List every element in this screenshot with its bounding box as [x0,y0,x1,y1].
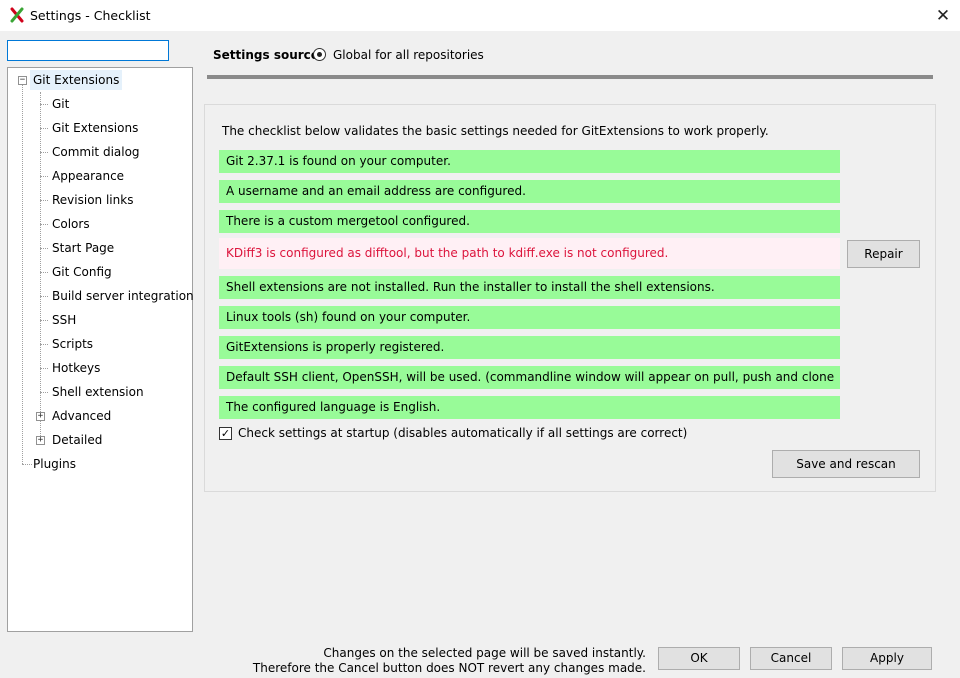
global-repositories-radio[interactable] [313,48,326,61]
tree-connector-line [40,104,48,105]
checklist-intro-text: The checklist below validates the basic … [222,124,769,138]
tree-item-label: Git Extensions [33,73,120,87]
window-title: Settings - Checklist [30,8,151,23]
global-repositories-radio-label[interactable]: Global for all repositories [333,48,484,62]
tree-item-start-page[interactable]: Start Page [49,238,117,258]
settings-search-input[interactable] [7,40,169,61]
checklist-item-ok: The configured language is English. [219,396,840,419]
tree-connector-line [40,320,48,321]
tree-connector-line [40,92,41,440]
tree-item-detailed[interactable]: Detailed [49,430,105,450]
checkmark-icon: ✓ [220,427,231,440]
tree-connector-line [40,152,48,153]
tree-connector-line [40,224,48,225]
checklist-item-ok: GitExtensions is properly registered. [219,336,840,359]
tree-connector-line [40,176,48,177]
tree-connector-line [40,248,48,249]
apply-button[interactable]: Apply [842,647,932,670]
check-at-startup-checkbox[interactable]: ✓ [219,427,232,440]
tree-item-git[interactable]: Git [49,94,72,114]
tree-item-label: Revision links [52,193,134,207]
checklist-item-ok: Default SSH client, OpenSSH, will be use… [219,366,840,389]
tree-connector-line [40,200,48,201]
tree-item-git-extensions[interactable]: Git Extensions [49,118,141,138]
tree-item-git-config[interactable]: Git Config [49,262,115,282]
tree-item-advanced[interactable]: Advanced [49,406,114,426]
tree-item-label: Scripts [52,337,94,351]
close-window-button[interactable]: ✕ [926,3,960,29]
footer-note-line: Changes on the selected page will be sav… [323,646,646,660]
tree-connector-line [22,84,23,464]
tree-connector-line [40,272,48,273]
tree-connector-line [40,368,48,369]
tree-connector-line [40,128,48,129]
header-separator [207,75,933,79]
tree-item-git-extensions-root[interactable]: Git Extensions [30,70,123,90]
repair-button[interactable]: Repair [847,240,920,268]
tree-item-label: SSH [52,313,77,327]
checklist-item-ok: There is a custom mergetool configured. [219,210,840,233]
tree-item-revision-links[interactable]: Revision links [49,190,136,210]
tree-item-colors[interactable]: Colors [49,214,93,234]
tree-item-label: Appearance [52,169,125,183]
ok-button[interactable]: OK [658,647,740,670]
tree-item-label: Git [52,97,70,111]
tree-connector-line [40,296,48,297]
tree-item-appearance[interactable]: Appearance [49,166,127,186]
expand-icon[interactable]: + [36,436,45,445]
tree-connector-line [40,344,48,345]
footer-note-line: Therefore the Cancel button does NOT rev… [252,661,646,675]
tree-item-label: Git Extensions [52,121,139,135]
tree-item-label: Shell extension [52,385,144,399]
checklist-item-warn: KDiff3 is configured as difftool, but th… [219,238,840,269]
tree-item-label: Plugins [33,457,76,471]
tree-item-label: Advanced [52,409,112,423]
title-bar: Settings - Checklist ✕ [0,0,960,31]
tree-item-commit-dialog[interactable]: Commit dialog [49,142,143,162]
collapse-icon[interactable]: − [18,76,27,85]
save-and-rescan-button[interactable]: Save and rescan [772,450,920,478]
checklist-item-ok: Linux tools (sh) found on your computer. [219,306,840,329]
tree-item-label: Start Page [52,241,115,255]
close-icon: ✕ [935,6,951,26]
tree-item-label: Colors [52,217,90,231]
tree-item-label: Git Config [52,265,112,279]
tree-item-plugins[interactable]: Plugins [30,454,79,474]
cancel-button[interactable]: Cancel [750,647,832,670]
tree-item-ssh[interactable]: SSH [49,310,79,330]
tree-item-label: Commit dialog [52,145,140,159]
check-at-startup-label[interactable]: Check settings at startup (disables auto… [238,426,687,440]
checklist-item-ok: A username and an email address are conf… [219,180,840,203]
tree-item-label: Hotkeys [52,361,101,375]
git-extensions-logo-icon [10,7,24,23]
footer-note: Changes on the selected page will be sav… [253,646,646,676]
tree-item-label: Build server integration [52,289,194,303]
tree-item-hotkeys[interactable]: Hotkeys [49,358,103,378]
expand-icon[interactable]: + [36,412,45,421]
settings-tree: − Git Extensions Git Git Extensions Commit… [7,67,194,632]
settings-source-label: Settings source: [213,48,324,62]
checklist-item-ok: Shell extensions are not installed. Run … [219,276,840,299]
tree-item-scripts[interactable]: Scripts [49,334,96,354]
tree-item-shell-extension[interactable]: Shell extension [49,382,147,402]
tree-item-label: Detailed [52,433,103,447]
tree-item-build-server-integration[interactable]: Build server integration [49,286,197,306]
tree-connector-line [40,392,48,393]
checklist-item-ok: Git 2.37.1 is found on your computer. [219,150,840,173]
